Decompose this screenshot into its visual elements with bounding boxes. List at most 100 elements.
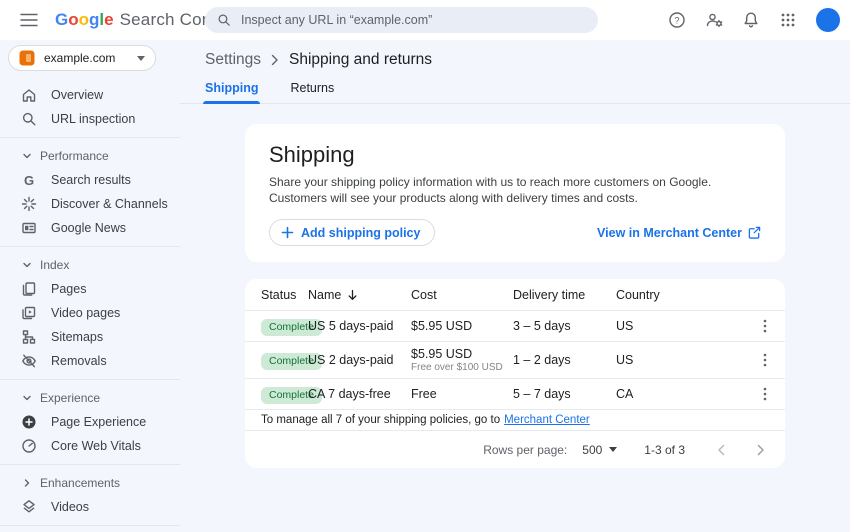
plus-icon [281,226,294,239]
chevron-down-icon [23,152,31,160]
sidebar-item-label: Videos [51,500,89,514]
add-circle-icon [21,414,37,430]
sidebar-section-performance[interactable]: Performance [0,144,180,168]
policy-cost: $5.95 USD [411,347,513,361]
view-in-merchant-center-link[interactable]: View in Merchant Center [597,226,761,240]
page-title: Shipping and returns [289,51,432,69]
table-row: Complete US 2 days-paid $5.95 USD Free o… [245,342,785,379]
tab-shipping[interactable]: Shipping [205,78,258,103]
url-inspect-searchbar[interactable] [205,7,598,33]
sidebar-item-sitemaps[interactable]: Sitemaps [0,325,180,349]
sidebar-item-label: URL inspection [51,112,135,126]
property-icon [19,50,35,66]
layers-icon [21,499,37,515]
table-pagination: Rows per page: 500 1-3 of 3 [245,431,785,468]
breadcrumb-settings[interactable]: Settings [205,51,261,69]
policy-name: US 2 days-paid [308,353,411,367]
shipping-intro-card: Shipping Share your shipping policy info… [245,124,785,262]
sidebar-item-label: Removals [51,354,107,368]
pagination-range: 1-3 of 3 [644,443,685,457]
policy-cost: $5.95 USD [411,319,513,333]
sidebar-item-label: Sitemaps [51,330,103,344]
sidebar: example.com Overview URL inspection Perf… [0,40,180,532]
sidebar-item-page-experience[interactable]: Page Experience [0,410,180,434]
sidebar-item-core-web-vitals[interactable]: Core Web Vitals [0,434,180,458]
search-icon [21,111,37,127]
sidebar-item-pages[interactable]: Pages [0,277,180,301]
tab-label: Shipping [205,81,258,95]
help-icon[interactable]: ? [664,7,690,33]
sidebar-item-url-inspection[interactable]: URL inspection [0,107,180,131]
column-header-country[interactable]: Country [616,288,745,302]
sidebar-item-label: Overview [51,88,103,102]
row-overflow-menu-icon[interactable] [763,353,767,367]
note-text: To manage all 7 of your shipping policie… [261,414,500,426]
sidebar-item-label: Video pages [51,306,120,320]
google-g-icon: G [21,173,37,188]
sidebar-item-label: Pages [51,282,86,296]
hamburger-menu-icon[interactable] [18,9,40,31]
sidebar-item-overview[interactable]: Overview [0,83,180,107]
sidebar-item-discover-channels[interactable]: Discover & Channels [0,192,180,216]
manage-users-icon[interactable] [701,7,727,33]
row-overflow-menu-icon[interactable] [763,387,767,401]
apps-grid-icon[interactable] [775,7,801,33]
column-header-delivery-time[interactable]: Delivery time [513,288,616,302]
policy-delivery-time: 1 – 2 days [513,353,616,367]
column-header-status[interactable]: Status [245,288,308,302]
sidebar-item-videos[interactable]: Videos [0,495,180,519]
sidebar-item-video-pages[interactable]: Video pages [0,301,180,325]
policy-country: US [616,319,745,333]
row-overflow-menu-icon[interactable] [763,319,767,333]
manage-policies-note: To manage all 7 of your shipping policie… [245,410,785,431]
sidebar-item-label: Page Experience [51,415,146,429]
divider [0,137,180,138]
previous-page-button[interactable] [711,440,731,460]
policy-name: US 5 days-paid [308,319,411,333]
gauge-icon [21,438,37,454]
logo-letter: o [79,10,89,30]
notifications-bell-icon[interactable] [738,7,764,33]
tab-returns[interactable]: Returns [290,78,334,103]
sidebar-item-removals[interactable]: Removals [0,349,180,373]
divider [0,246,180,247]
sidebar-item-search-results[interactable]: G Search results [0,168,180,192]
sidebar-item-label: Core Web Vitals [51,439,141,453]
policy-delivery-time: 3 – 5 days [513,319,616,333]
shipping-policies-table: Status Name Cost Delivery time Country C… [245,279,785,468]
sidebar-item-google-news[interactable]: Google News [0,216,180,240]
property-selector[interactable]: example.com [8,45,156,71]
column-header-name[interactable]: Name [308,288,411,302]
news-icon [21,220,37,236]
add-shipping-policy-button[interactable]: Add shipping policy [269,219,435,246]
policy-name: CA 7 days-free [308,387,411,401]
card-title: Shipping [269,142,761,168]
sidebar-section-experience[interactable]: Experience [0,386,180,410]
main-content: Settings Shipping and returns Shipping R… [180,40,850,532]
sidebar-section-label: Enhancements [40,476,120,490]
link-label: View in Merchant Center [597,226,742,240]
chevron-down-icon [609,447,617,452]
rows-per-page-value: 500 [582,443,602,457]
rows-per-page-select[interactable]: 500 [582,443,617,457]
property-label: example.com [44,51,137,65]
sort-desc-icon [347,289,358,301]
active-tab-underline [203,101,260,104]
next-page-button[interactable] [751,440,771,460]
search-input[interactable] [241,13,571,27]
policy-country: US [616,353,745,367]
divider [0,464,180,465]
sidebar-section-index[interactable]: Index [0,253,180,277]
sidebar-item-label: Discover & Channels [51,197,168,211]
sidebar-item-label: Google News [51,221,126,235]
table-row: Complete US 5 days-paid $5.95 USD 3 – 5 … [245,311,785,342]
video-pages-icon [21,305,37,321]
sidebar-section-enhancements[interactable]: Enhancements [0,471,180,495]
eye-off-icon [21,353,37,369]
column-header-cost[interactable]: Cost [411,288,513,302]
account-avatar[interactable] [816,8,840,32]
logo-letter: o [68,10,78,30]
chevron-down-icon [137,56,145,61]
merchant-center-link[interactable]: Merchant Center [504,414,590,426]
logo-letter: g [89,10,99,30]
